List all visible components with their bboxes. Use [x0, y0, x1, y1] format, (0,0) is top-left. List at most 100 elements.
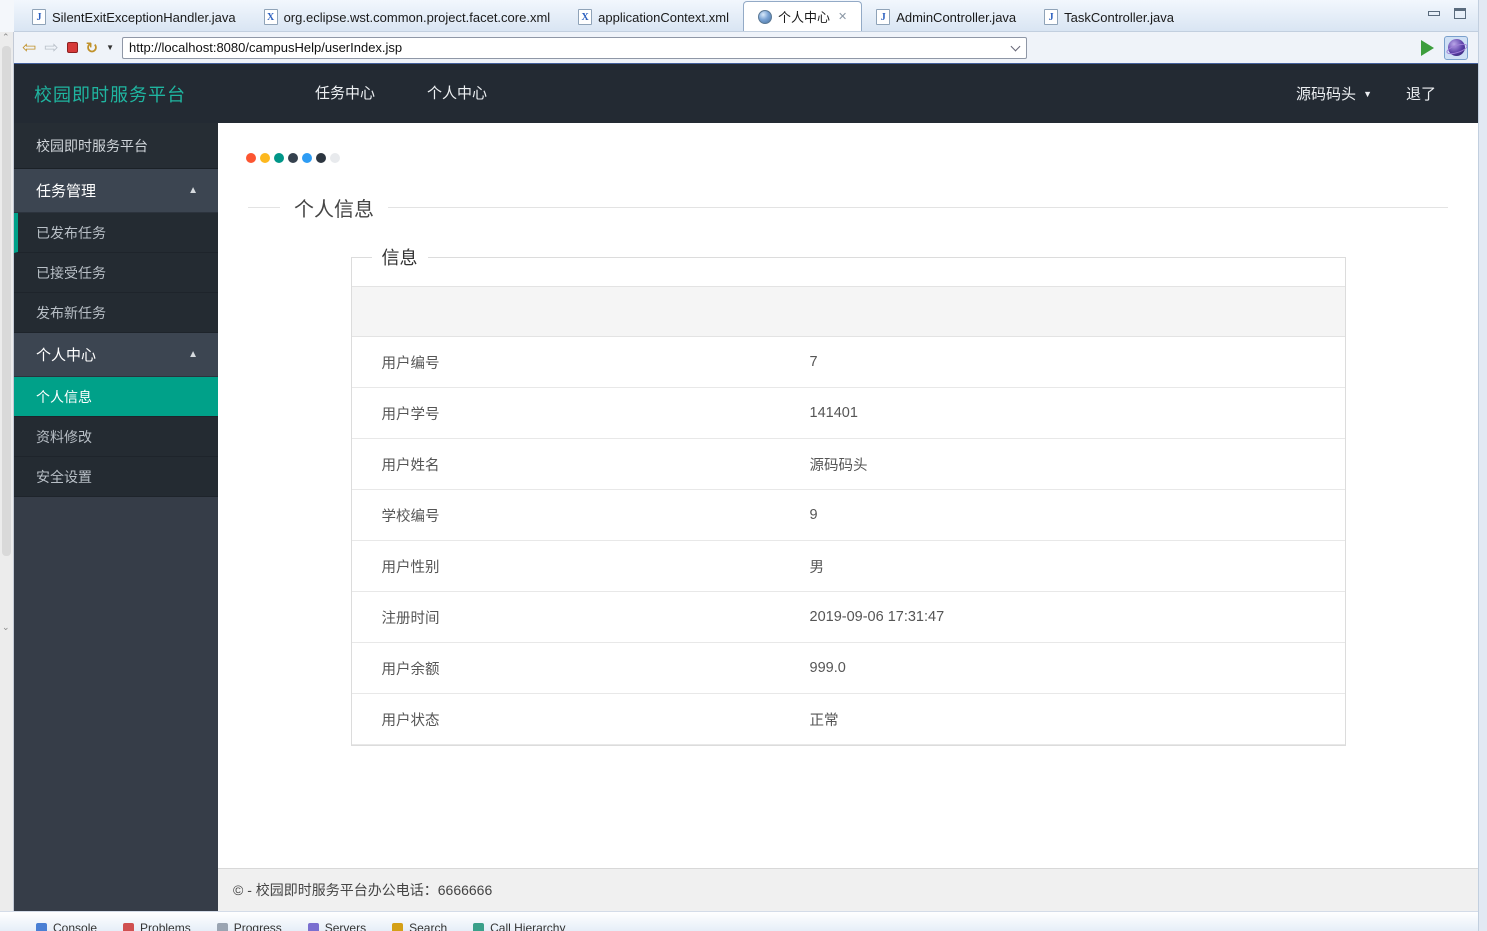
row-value: 7: [809, 336, 1345, 388]
editor-tab[interactable]: J SilentExitExceptionHandler.java: [18, 3, 250, 31]
sidebar-item-accepted-tasks[interactable]: 已接受任务: [14, 253, 218, 293]
nav-link-task-center[interactable]: 任务中心: [289, 64, 401, 123]
view-controls: [1428, 8, 1466, 19]
sidebar-item-platform-title[interactable]: 校园即时服务平台: [14, 123, 218, 169]
sidebar-item-label: 校园即时服务平台: [36, 137, 148, 154]
sidebar-item-label: 资料修改: [36, 428, 92, 445]
info-panel-legend: 信息: [381, 248, 418, 268]
sidebar-item-published-tasks[interactable]: 已发布任务: [14, 213, 218, 253]
sidebar-group-personal-center[interactable]: 个人中心 ▲: [14, 333, 218, 377]
sidebar-item-personal-info[interactable]: 个人信息: [14, 377, 218, 417]
caret-down-icon: ▼: [1363, 88, 1372, 99]
dot: [330, 153, 340, 163]
dot: [274, 153, 284, 163]
sidebar: 校园即时服务平台 任务管理 ▲ 已发布任务 已接受任务 发布新任务 个人中心 ▲: [14, 123, 218, 911]
url-input[interactable]: [122, 36, 1027, 59]
forward-icon[interactable]: ⇨: [44, 39, 58, 56]
editor-tab-label: applicationContext.xml: [598, 9, 729, 25]
row-label: 用户编号: [351, 336, 810, 388]
internal-browser-icon[interactable]: [1444, 35, 1468, 60]
back-icon[interactable]: ⇦: [22, 39, 36, 56]
user-menu[interactable]: 源码码头 ▼: [1296, 83, 1372, 104]
run-icon[interactable]: [1421, 39, 1434, 56]
editor-tab-label: AdminController.java: [896, 9, 1017, 25]
row-value: 999.0: [809, 642, 1345, 694]
xml-file-icon: X: [263, 9, 278, 25]
browser-viewport: 校园即时服务平台 任务中心 个人中心 源码码头 ▼ 退了 校园即时服务平台 任务…: [14, 63, 1478, 911]
row-value: 正常: [809, 693, 1345, 745]
row-value: 141401: [809, 387, 1345, 439]
dot: [316, 153, 326, 163]
row-label: 用户性别: [351, 540, 810, 592]
row-value: 男: [809, 540, 1345, 592]
bottom-view-tabs-strip: Console Problems Progress Servers Search…: [0, 911, 1478, 931]
view-tab-label: Call Hierarchy: [490, 921, 566, 931]
view-tab-label: Console: [53, 921, 98, 931]
dot: [288, 153, 298, 163]
editor-tab-label: TaskController.java: [1064, 9, 1174, 25]
navbar-right: 源码码头 ▼ 退了: [1296, 83, 1436, 104]
view-tab-progress[interactable]: Progress: [216, 921, 282, 931]
table-row: 用户状态 正常: [351, 693, 1345, 745]
editor-tab-label: SilentExitExceptionHandler.java: [52, 9, 236, 25]
sidebar-item-label: 任务管理: [36, 183, 97, 200]
progress-icon: [216, 922, 228, 931]
sidebar-item-label: 个人中心: [36, 347, 97, 364]
view-tab-servers[interactable]: Servers: [307, 921, 366, 931]
editor-tab[interactable]: X org.eclipse.wst.common.project.facet.c…: [250, 3, 565, 31]
color-dots: [246, 153, 1478, 163]
editor-tab-label: org.eclipse.wst.common.project.facet.cor…: [283, 9, 551, 25]
sidebar-item-new-task[interactable]: 发布新任务: [14, 293, 218, 333]
info-panel: 信息 用户编号 7 用户学号 141401 用户姓名 源码码头 学校编号 9 用…: [350, 244, 1346, 746]
nav-link-personal-center[interactable]: 个人中心: [401, 64, 513, 123]
editor-tab[interactable]: J AdminController.java: [862, 3, 1030, 31]
editor-tab[interactable]: X applicationContext.xml: [564, 3, 743, 31]
browser-toolbar: ⇦ ⇨ ↻ ▼: [14, 32, 1478, 63]
view-tab-console[interactable]: Console: [36, 921, 97, 931]
editor-tab-label: 个人中心: [777, 10, 830, 25]
refresh-icon[interactable]: ↻: [86, 39, 99, 57]
java-file-icon: J: [1044, 9, 1059, 25]
logout-link[interactable]: 退了: [1406, 83, 1436, 104]
view-tab-search[interactable]: Search: [392, 921, 447, 931]
editor-tab-active[interactable]: 个人中心 ✕: [742, 1, 863, 31]
user-name: 源码码头: [1296, 86, 1357, 103]
table-row: 学校编号 9: [351, 489, 1345, 541]
row-label: 用户姓名: [351, 438, 810, 490]
scroll-down-icon[interactable]: ⌄: [2, 622, 10, 633]
close-icon[interactable]: ✕: [836, 10, 847, 23]
caret-up-icon: ▲: [188, 349, 198, 360]
left-collapsed-panel-strip[interactable]: ⌃ ⌄: [0, 32, 14, 918]
stop-icon[interactable]: [66, 42, 78, 53]
heading-divider: [248, 207, 280, 208]
section-heading: 个人信息: [248, 193, 1448, 222]
sidebar-item-label: 已接受任务: [36, 264, 106, 281]
sidebar-item-label: 已发布任务: [36, 224, 106, 241]
java-file-icon: J: [32, 9, 46, 25]
search-icon: [392, 922, 404, 931]
scrollbar-thumb[interactable]: [2, 46, 11, 556]
table-row: 用户性别 男: [351, 540, 1345, 592]
info-table: 用户编号 7 用户学号 141401 用户姓名 源码码头 学校编号 9 用户性别…: [351, 286, 1345, 745]
sidebar-item-label: 个人信息: [36, 388, 92, 405]
row-value: 源码码头: [809, 438, 1345, 490]
row-label: 用户学号: [351, 387, 810, 439]
minimize-icon[interactable]: [1428, 11, 1440, 16]
site-navbar: 校园即时服务平台 任务中心 个人中心 源码码头 ▼ 退了: [14, 64, 1478, 123]
scroll-up-icon[interactable]: ⌃: [2, 32, 10, 43]
view-tab-call-hierarchy[interactable]: Call Hierarchy: [473, 921, 565, 931]
toolbar-dropdown-icon[interactable]: ▼: [106, 43, 114, 52]
right-edge-strip: [1478, 0, 1487, 931]
sidebar-item-security-settings[interactable]: 安全设置: [14, 457, 218, 497]
xml-file-icon: X: [578, 9, 593, 25]
row-label: 注册时间: [351, 591, 810, 643]
view-tab-problems[interactable]: Problems: [123, 921, 191, 931]
sidebar-item-edit-profile[interactable]: 资料修改: [14, 417, 218, 457]
view-tab-label: Problems: [140, 921, 191, 931]
sidebar-group-task-management[interactable]: 任务管理 ▲: [14, 169, 218, 213]
table-header-cell: [809, 286, 1345, 337]
site-brand[interactable]: 校园即时服务平台: [34, 81, 186, 107]
maximize-icon[interactable]: [1454, 8, 1466, 19]
eclipse-window: ⌃ ⌄ J SilentExitExceptionHandler.java X …: [0, 0, 1487, 931]
editor-tab[interactable]: J TaskController.java: [1030, 3, 1188, 31]
